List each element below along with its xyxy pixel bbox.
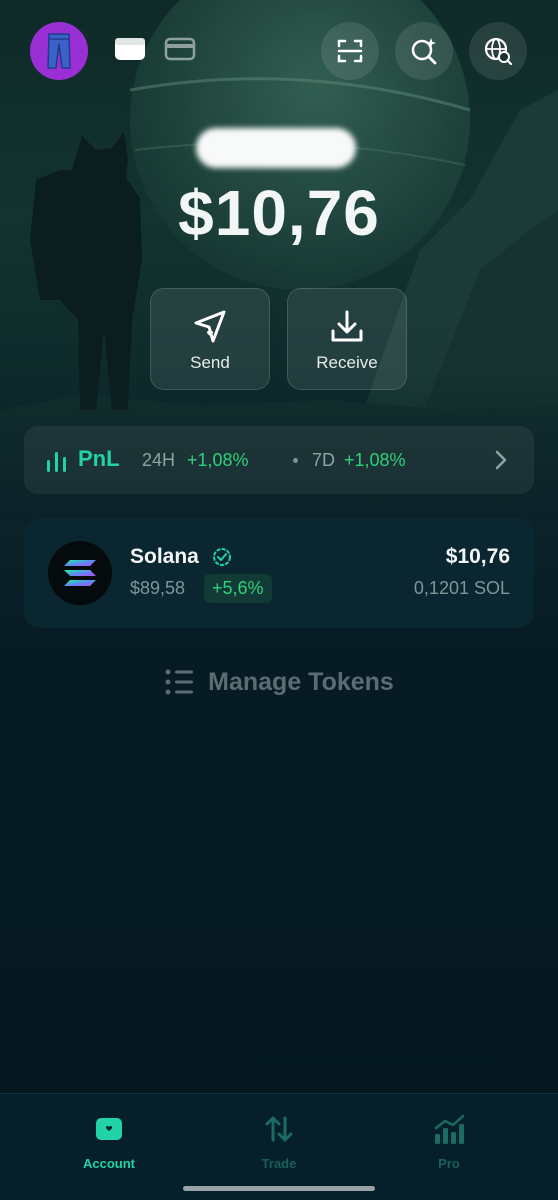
wallet-icon: [115, 38, 145, 60]
swap-arrows-icon: [265, 1116, 293, 1142]
list-icon: [165, 669, 194, 695]
pnl-period-24h: 24H: [142, 450, 176, 470]
token-row[interactable]: Solana $89,58 +5,6% $10,76 0,1201 SOL: [24, 518, 534, 628]
scan-button[interactable]: [321, 22, 379, 80]
solana-icon: [64, 560, 96, 586]
card-icon: [164, 37, 196, 61]
receive-button[interactable]: Receive: [287, 288, 407, 390]
token-name: Solana: [130, 545, 199, 568]
chart-growth-icon: [434, 1114, 465, 1144]
send-icon: [194, 310, 226, 343]
nav-account[interactable]: Account: [49, 1114, 169, 1174]
nav-trade-label: Trade: [261, 1156, 297, 1171]
search-sparkle-icon: [411, 38, 437, 65]
pnl-period-7d: 7D: [312, 450, 336, 470]
token-price: $89,58: [130, 578, 186, 598]
verified-badge-icon: [213, 548, 231, 566]
nav-pro[interactable]: Pro: [389, 1114, 509, 1174]
nav-pro-label: Pro: [438, 1156, 460, 1171]
avatar[interactable]: [30, 22, 88, 80]
token-value: $10,76: [445, 545, 510, 568]
send-label: Send: [190, 353, 230, 372]
separator-dot: [293, 458, 298, 463]
send-button[interactable]: Send: [150, 288, 270, 390]
wallet-tab[interactable]: [113, 34, 147, 64]
card-tab[interactable]: [163, 34, 197, 64]
nav-trade[interactable]: Trade: [219, 1114, 339, 1174]
wallet-icon: [96, 1118, 122, 1140]
total-balance: $10,76: [178, 177, 380, 249]
token-change-badge: +5,6%: [204, 574, 272, 603]
redacted-account-name: [196, 128, 356, 168]
download-icon: [331, 310, 363, 342]
top-bar: [0, 18, 558, 82]
pnl-label: PnL: [78, 446, 120, 471]
jeans-icon: [47, 33, 71, 69]
wallet-screen: $10,76 Send Receive PnL 24H +1,08% 7D +1…: [0, 0, 558, 1200]
bottom-nav: Account Trade Pro: [0, 1093, 558, 1200]
token-amount: 0,1201 SOL: [413, 578, 510, 598]
pnl-change-24h: +1,08%: [187, 450, 249, 470]
nav-account-label: Account: [83, 1156, 135, 1171]
pnl-bar[interactable]: PnL 24H +1,08% 7D +1,08%: [24, 426, 534, 494]
bar-chart-icon: [47, 452, 66, 472]
manage-tokens-button[interactable]: Manage Tokens: [0, 664, 558, 700]
pnl-change-7d: +1,08%: [344, 450, 406, 470]
globe-search-icon: [484, 37, 513, 66]
receive-label: Receive: [316, 353, 378, 372]
manage-tokens-label: Manage Tokens: [208, 667, 394, 696]
chevron-right-icon: [495, 450, 507, 470]
home-indicator: [183, 1186, 375, 1191]
solana-logo: [48, 541, 112, 605]
browser-button[interactable]: [469, 22, 527, 80]
search-button[interactable]: [395, 22, 453, 80]
scan-icon: [337, 39, 363, 63]
